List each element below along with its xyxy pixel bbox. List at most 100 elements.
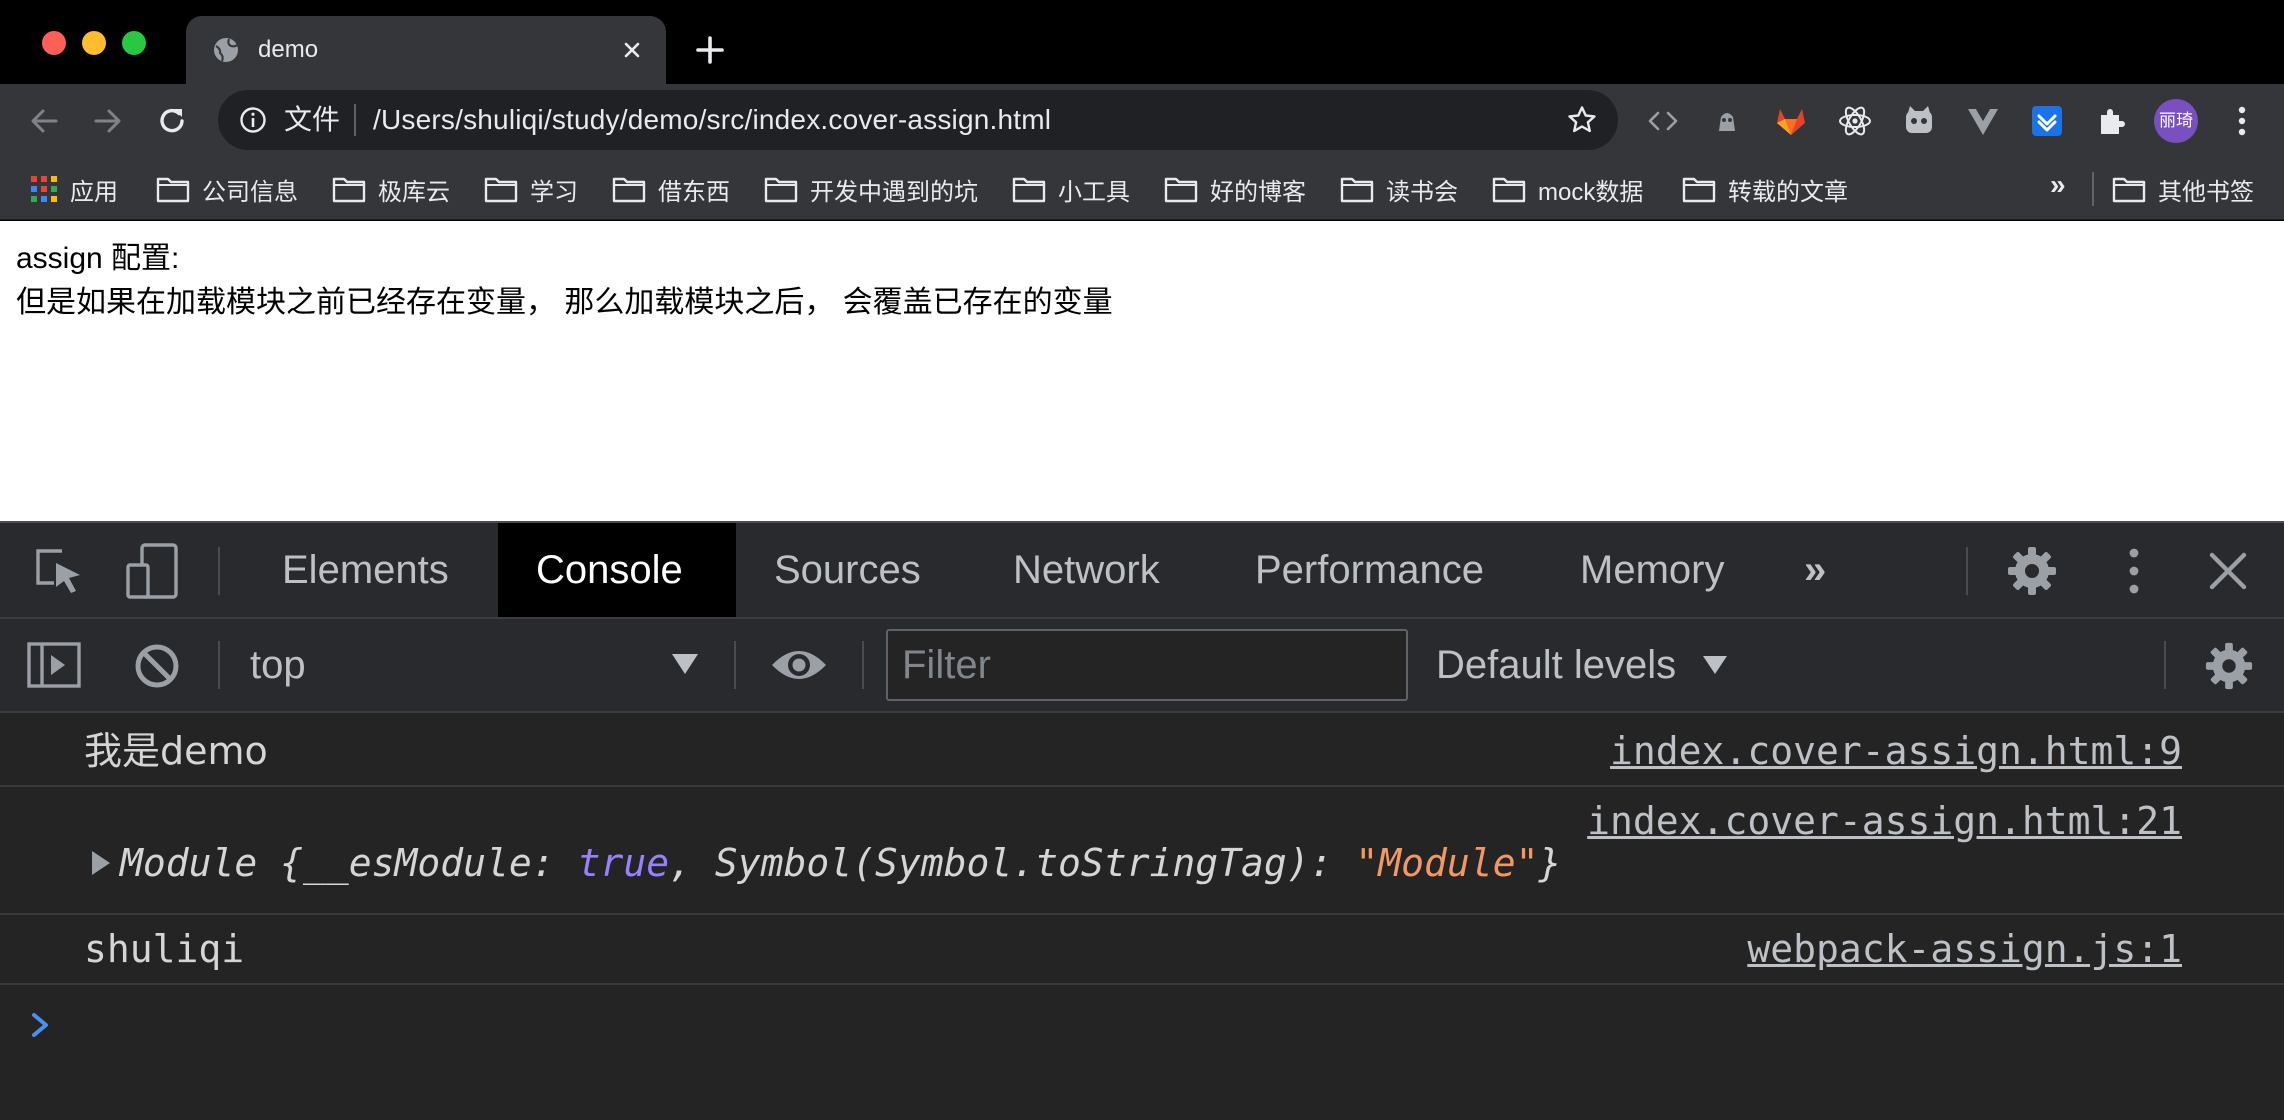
bookmarks-divider [2092, 172, 2094, 206]
console-object-preview[interactable]: Module {__esModule: true, Symbol(Symbol.… [120, 839, 1561, 887]
new-tab-button[interactable] [692, 32, 728, 68]
more-tabs-button[interactable]: » [1766, 523, 1864, 617]
zoom-window-button[interactable] [122, 31, 146, 55]
folder-icon [764, 177, 798, 203]
bookmark-folder[interactable]: 学习 [484, 170, 578, 208]
bookmark-label: 读书会 [1386, 178, 1458, 206]
clear-console-icon[interactable] [132, 641, 182, 691]
close-icon[interactable] [2204, 547, 2252, 595]
bookmark-label: 借东西 [658, 178, 730, 206]
forward-icon[interactable] [88, 101, 128, 141]
console-output: 我是demo index.cover-assign.html:9 index.c… [0, 715, 2284, 1120]
cat-extension-icon[interactable] [1901, 103, 1937, 139]
address-bar[interactable]: 文件 /Users/shuliqi/study/demo/src/index.c… [218, 90, 1618, 150]
page-text-line: assign 配置: [16, 242, 180, 275]
bookmark-apps[interactable]: 应用 [30, 170, 118, 208]
expand-triangle-icon[interactable] [92, 851, 110, 875]
console-settings-gear-icon[interactable] [2204, 641, 2254, 691]
bookmark-folder[interactable]: 转载的文章 [1682, 170, 1848, 208]
bookmark-folder[interactable]: 借东西 [612, 170, 730, 208]
more-vertical-icon[interactable] [2116, 545, 2152, 597]
bookmark-folder[interactable]: 好的博客 [1164, 170, 1306, 208]
folder-icon [1012, 177, 1046, 203]
console-filter-input[interactable] [886, 629, 1408, 701]
bookmark-folder[interactable]: 极库云 [332, 170, 450, 208]
console-source-link[interactable]: index.cover-assign.html:9 [1610, 727, 2182, 775]
tab-memory[interactable]: Memory [1542, 523, 1762, 617]
bookmark-label: mock数据 [1538, 178, 1644, 206]
show-sidebar-icon[interactable] [26, 641, 82, 689]
folder-icon [2112, 177, 2146, 203]
bookmark-folder[interactable]: 小工具 [1012, 170, 1130, 208]
object-boolean-value: true [577, 841, 670, 885]
folder-icon [1492, 177, 1526, 203]
execution-context-select[interactable]: top [250, 641, 306, 689]
browser-tab[interactable]: demo [186, 16, 666, 84]
info-icon[interactable] [238, 105, 268, 135]
toolbar-divider [734, 641, 736, 689]
puppet-extension-icon[interactable] [1709, 103, 1745, 139]
console-toolbar: top Default levels [0, 619, 2284, 713]
folder-icon [612, 177, 646, 203]
url-text[interactable]: /Users/shuliqi/study/demo/src/index.cove… [373, 103, 1051, 137]
bookmark-label: 极库云 [378, 178, 450, 206]
vue-devtools-icon[interactable] [1965, 103, 2001, 139]
page-text-line: 但是如果在加载模块之前已经存在变量， 那么加载模块之后， 会覆盖已存在的变量 [16, 286, 1113, 319]
log-levels-select[interactable]: Default levels [1436, 641, 1676, 689]
tab-strip: demo [0, 0, 2284, 84]
bookmark-other-folder[interactable]: 其他书签 [2112, 170, 2254, 208]
folder-icon [1340, 177, 1374, 203]
bookmark-folder[interactable]: mock数据 [1492, 170, 1643, 208]
more-vertical-icon[interactable] [2226, 103, 2258, 139]
back-icon[interactable] [24, 101, 64, 141]
bookmarks-overflow-button[interactable]: » [2050, 169, 2066, 201]
bookmark-label: 小工具 [1058, 178, 1130, 206]
code-brackets-icon[interactable] [1645, 103, 1681, 139]
extensions-puzzle-icon[interactable] [2093, 103, 2129, 139]
minimize-window-button[interactable] [82, 31, 106, 55]
browser-toolbar: 文件 /Users/shuliqi/study/demo/src/index.c… [0, 84, 2284, 158]
console-source-link[interactable]: index.cover-assign.html:21 [1587, 797, 2182, 845]
chevron-down-icon[interactable] [1703, 656, 1727, 674]
react-devtools-icon[interactable] [1837, 103, 1873, 139]
device-toolbar-icon[interactable] [124, 543, 184, 599]
close-window-button[interactable] [42, 31, 66, 55]
devtools-tab-bar: Elements Console Sources Network Perform… [0, 521, 2284, 619]
bookmark-folder[interactable]: 读书会 [1340, 170, 1458, 208]
gitlab-fox-icon[interactable] [1773, 103, 1809, 139]
folder-icon [484, 177, 518, 203]
reload-icon[interactable] [152, 101, 192, 141]
inspect-element-icon[interactable] [32, 545, 86, 597]
close-icon[interactable] [616, 34, 648, 66]
console-source-link[interactable]: webpack-assign.js:1 [1747, 925, 2182, 973]
tab-title: demo [258, 36, 319, 63]
object-suffix: } [1538, 841, 1562, 885]
star-icon[interactable] [1566, 104, 1598, 136]
bookmark-folder[interactable]: 公司信息 [156, 170, 298, 208]
live-expression-eye-icon[interactable] [770, 643, 828, 687]
folder-icon [1682, 177, 1716, 203]
bookmark-label: 公司信息 [202, 178, 298, 206]
tab-network[interactable]: Network [975, 523, 1198, 617]
save-to-pocket-icon[interactable] [2029, 103, 2065, 139]
tab-elements[interactable]: Elements [244, 523, 487, 617]
bookmark-label: 好的博客 [1210, 178, 1306, 206]
folder-icon [332, 177, 366, 203]
tab-sources[interactable]: Sources [736, 523, 959, 617]
bookmark-label: 其他书签 [2158, 178, 2254, 206]
url-scheme-label: 文件 [284, 104, 341, 135]
console-message-text: 我是demo [84, 729, 268, 773]
chevron-down-icon[interactable] [672, 654, 698, 674]
url-divider [354, 104, 356, 136]
settings-gear-icon[interactable] [2006, 545, 2058, 597]
bookmarks-bar: 应用 公司信息 极库云 学习 借东西 开发中遇到的坑 小工具 好的博客 读书会 … [0, 158, 2284, 220]
tab-console[interactable]: Console [498, 523, 736, 617]
profile-avatar[interactable]: 丽琦 [2154, 99, 2198, 143]
bookmark-label: 学习 [530, 178, 578, 206]
console-prompt-icon[interactable] [28, 1005, 54, 1045]
globe-icon [214, 38, 238, 62]
bookmark-folder[interactable]: 开发中遇到的坑 [764, 170, 978, 208]
bookmark-label: 应用 [70, 178, 118, 206]
tab-performance[interactable]: Performance [1217, 523, 1522, 617]
page-viewport: assign 配置: 但是如果在加载模块之前已经存在变量， 那么加载模块之后， … [0, 221, 2284, 521]
